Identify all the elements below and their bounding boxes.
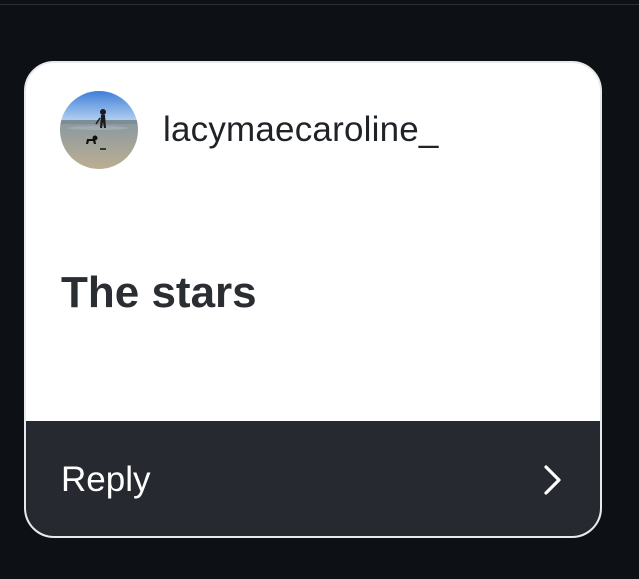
- username[interactable]: lacymaecaroline_: [163, 110, 439, 150]
- card-header: lacymaecaroline_: [60, 91, 439, 169]
- story-reply-card: lacymaecaroline_ The stars Reply: [24, 61, 602, 538]
- reply-label: Reply: [61, 459, 151, 499]
- chevron-right-icon: [544, 464, 561, 495]
- avatar-image: [60, 91, 138, 169]
- avatar[interactable]: [60, 91, 138, 169]
- top-divider: [0, 0, 639, 5]
- message-text: The stars: [61, 268, 257, 317]
- reply-button[interactable]: Reply: [26, 421, 600, 536]
